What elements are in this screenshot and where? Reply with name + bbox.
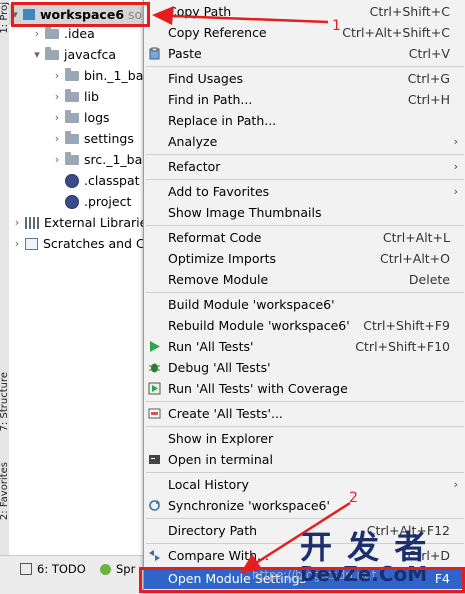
annotation-marker-1: 1 xyxy=(332,18,341,34)
annotation-arrows xyxy=(152,6,351,574)
annotation-arrow-2-head xyxy=(240,554,262,574)
annotation-marker-2: 2 xyxy=(349,490,358,506)
annotation-arrow-1-line xyxy=(171,14,329,24)
annotation-arrow-2-line xyxy=(255,501,351,565)
annotation-arrow-1-head xyxy=(152,6,174,25)
